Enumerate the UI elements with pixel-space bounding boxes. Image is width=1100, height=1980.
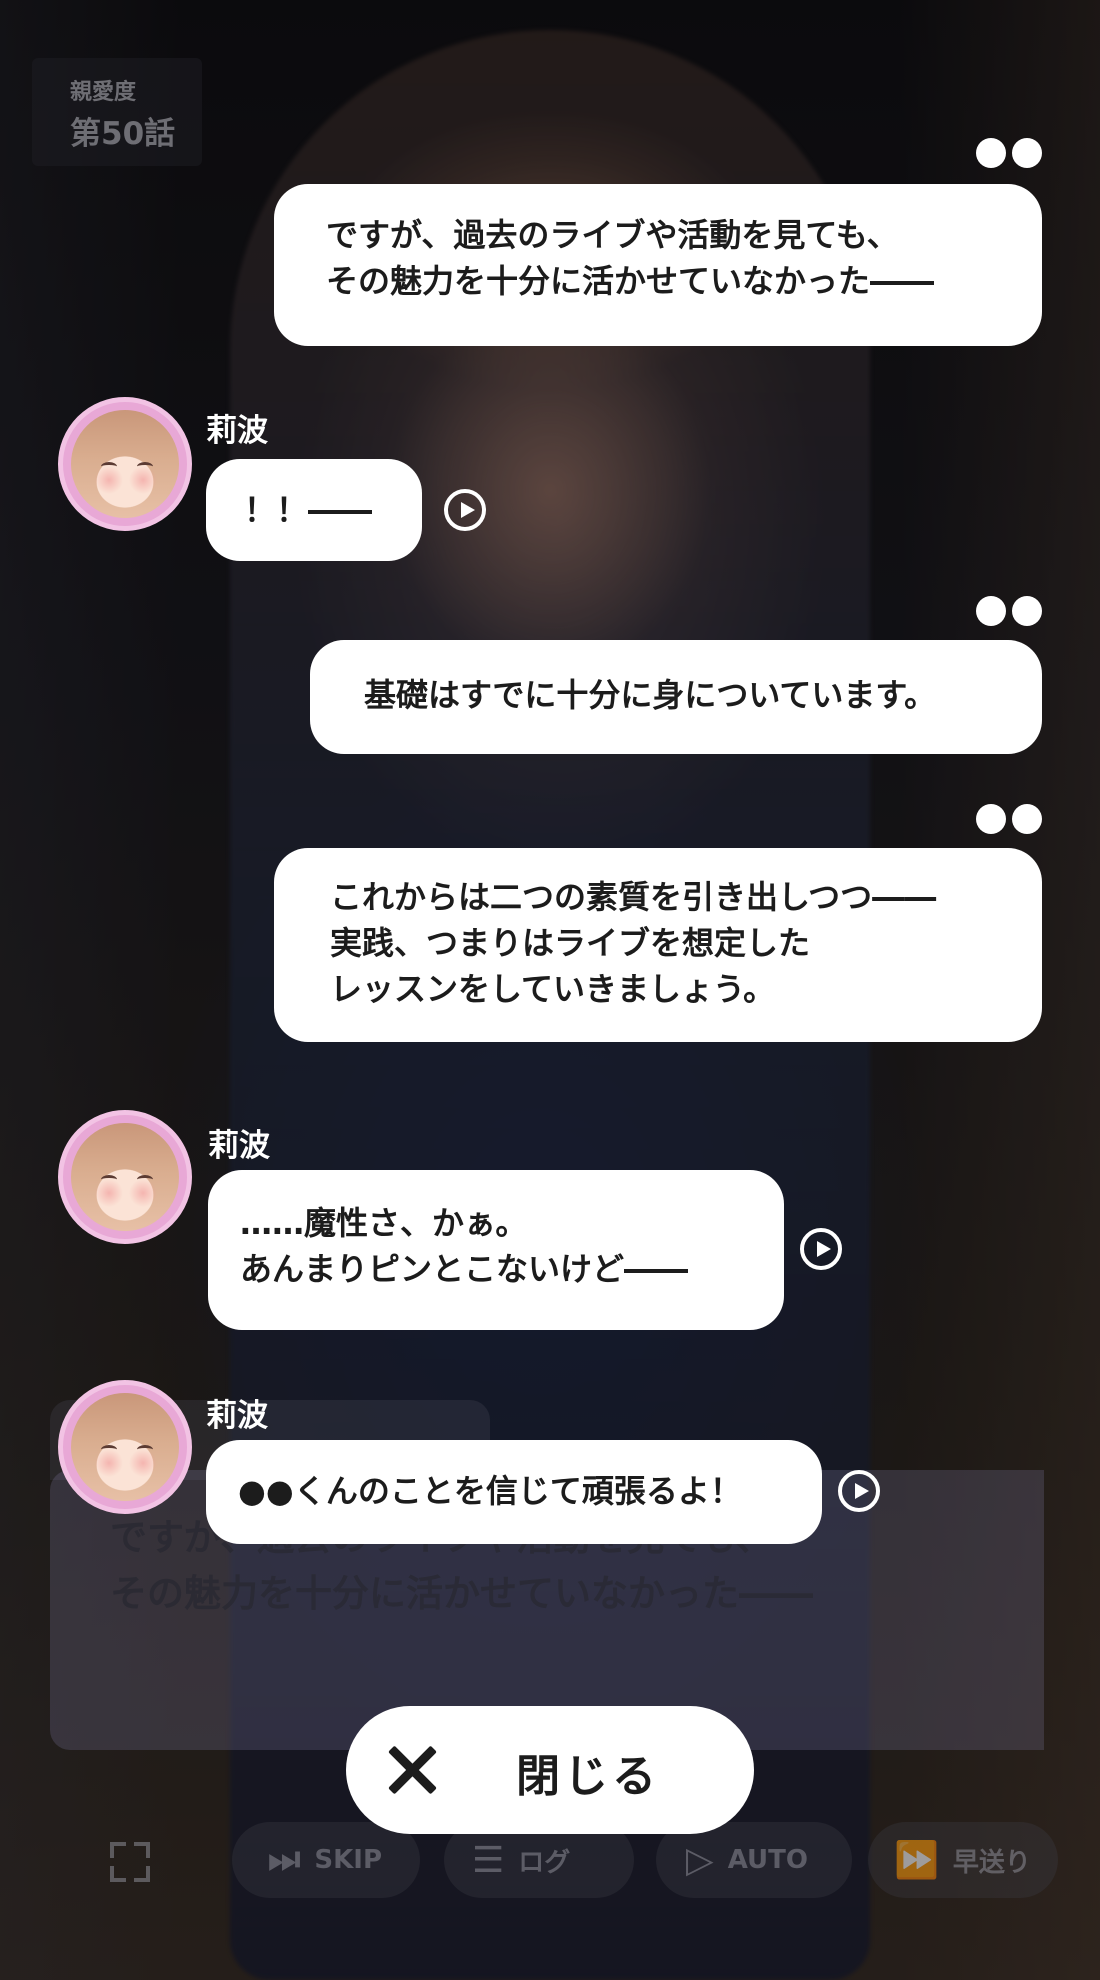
message-line: 実践、つまりはライブを想定した [330,924,811,962]
voice-play-icon[interactable] [838,1470,880,1512]
auto-label: AUTO [727,1845,808,1875]
message-bubble: ●●くんのことを信じて頑張るよ！ [206,1440,822,1544]
auto-icon: ▷ [686,1839,714,1881]
skip-label: SKIP [314,1845,383,1875]
avatar [58,1380,192,1514]
dialog-line: その魅力を十分に活かせていなかった―― [110,1572,813,1615]
message-line: ……魔性さ、かぁ。 [240,1204,528,1242]
fast-forward-icon: ⏩ [894,1840,939,1881]
message-bubble: 基礎はすでに十分に身についています。 [310,640,1042,754]
log-message-producer: これからは二つの素質を引き出しつつ―― 実践、つまりはライブを想定した レッスン… [274,804,1042,1042]
log-message-rinami: 莉波 ……魔性さ、かぁ。 あんまりピンとこないけど―― [58,1110,858,1330]
skip-button[interactable]: ⏭ SKIP [232,1822,420,1898]
message-bubble: これからは二つの素質を引き出しつつ―― 実践、つまりはライブを想定した レッスン… [274,848,1042,1042]
speaker-placeholder-icon [976,596,1042,626]
message-line: ですが、過去のライブや活動を見ても、 [326,216,899,254]
chapter-label: 親愛度 [70,80,137,105]
voice-play-icon[interactable] [800,1228,842,1270]
message-line: ！！―― [244,491,373,529]
avatar [58,1110,192,1244]
bottom-toolbar: ⏭ SKIP ☰ ログ ▷ AUTO ⏩ 早送り [0,1822,1100,1902]
log-message-rinami: 莉波 ●●くんのことを信じて頑張るよ！ [58,1380,898,1544]
log-message-rinami: 莉波 ！！―― [58,397,578,561]
close-icon [388,1746,436,1794]
log-message-producer: ですが、過去のライブや活動を見ても、 その魅力を十分に活かせていなかった―― [274,138,1042,346]
close-label: 閉じる [516,1751,660,1802]
log-message-producer: 基礎はすでに十分に身についています。 [310,596,1042,754]
message-bubble: ですが、過去のライブや活動を見ても、 その魅力を十分に活かせていなかった―― [274,184,1042,346]
message-line: その魅力を十分に活かせていなかった―― [326,262,935,300]
message-bubble: ！！―― [206,459,422,561]
speaker-placeholder-icon [976,138,1042,168]
avatar [58,397,192,531]
speaker-name: 莉波 [206,1398,268,1434]
skip-icon: ⏭ [268,1839,301,1880]
close-log-button[interactable]: 閉じる [346,1706,754,1834]
fast-forward-label: 早送り [952,1847,1031,1878]
voice-play-icon[interactable] [444,489,486,531]
message-line: ●●くんのことを信じて頑張るよ！ [238,1472,742,1510]
message-line: あんまりピンとこないけど―― [240,1250,689,1288]
message-bubble: ……魔性さ、かぁ。 あんまりピンとこないけど―― [208,1170,784,1330]
log-label: ログ [518,1847,571,1878]
chapter-indicator: 親愛度 第50話 [32,58,202,166]
message-line: これからは二つの素質を引き出しつつ―― [330,878,937,916]
speaker-placeholder-icon [976,804,1042,834]
message-line: レッスンをしていきましょう。 [330,970,776,1008]
fast-forward-button[interactable]: ⏩ 早送り [868,1822,1058,1898]
speaker-name: 莉波 [206,413,268,449]
log-icon: ☰ [472,1839,505,1881]
chapter-title: 第50話 [70,116,176,152]
speaker-name: 莉波 [208,1128,270,1164]
message-line: 基礎はすでに十分に身についています。 [364,676,937,714]
